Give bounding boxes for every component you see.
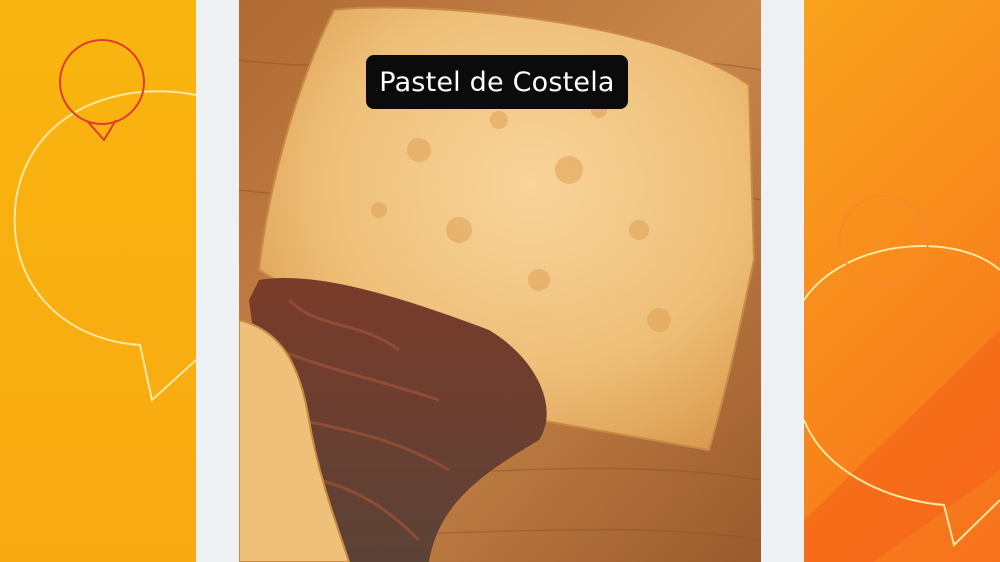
right-decorative-panel — [804, 0, 1000, 562]
speech-bubble-decor-right — [804, 195, 1000, 562]
left-decorative-panel — [0, 0, 196, 562]
caption-label: Pastel de Costela — [366, 55, 628, 109]
speech-bubble-decor-left — [13, 39, 196, 402]
